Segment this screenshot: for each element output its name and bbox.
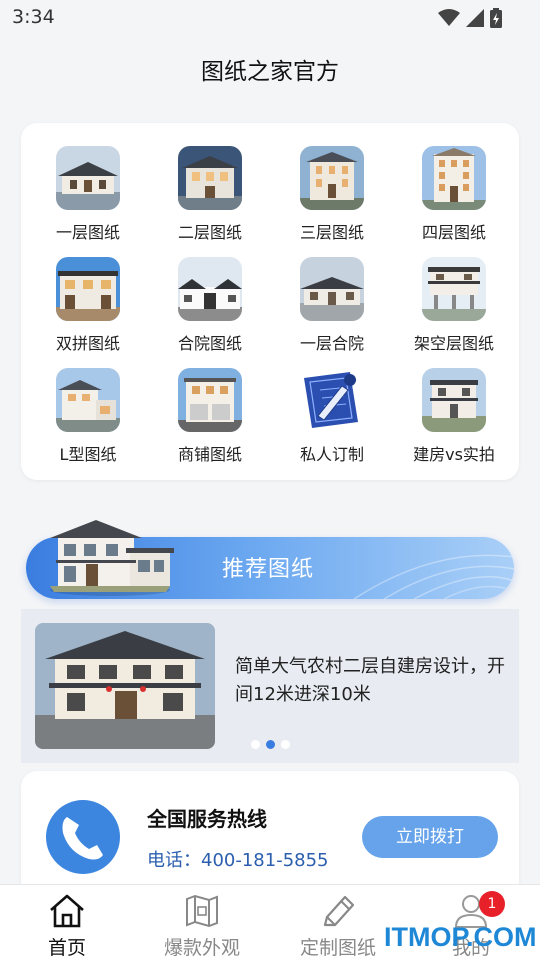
nav-label: 定制图纸 (299, 937, 376, 959)
recommend-carousel[interactable]: 简单大气农村二层自建房设计，开间12米进深10米 (21, 609, 519, 763)
category-item-custom[interactable]: 私人订制 (271, 368, 393, 465)
photo-house-icon (422, 368, 486, 432)
category-label: 二层图纸 (177, 223, 242, 242)
category-label: 一层合院 (299, 334, 364, 353)
category-label: 四层图纸 (421, 223, 486, 242)
duplex-house-icon (56, 257, 120, 321)
category-item-l-shape[interactable]: L型图纸 (27, 368, 149, 465)
house-4-icon (422, 146, 486, 210)
courtyard-house-icon (178, 257, 242, 321)
category-item-vs-photo[interactable]: 建房vs实拍 (393, 368, 515, 465)
l-shape-house-icon (56, 368, 120, 432)
watermark: ITMOP.COM (384, 922, 537, 952)
hotline-card: 全国服务热线 电话：400-181-5855 立即拨打 (21, 771, 519, 901)
category-item-3f[interactable]: 三层图纸 (271, 146, 393, 243)
category-label: 双拼图纸 (55, 334, 120, 353)
single-courtyard-icon (300, 257, 364, 321)
status-time: 3:34 (12, 6, 55, 28)
category-item-courtyard[interactable]: 合院图纸 (149, 257, 271, 354)
carousel-dots (251, 740, 290, 749)
house-2-icon (178, 146, 242, 210)
recommend-title: 推荐图纸 (222, 557, 315, 582)
category-label: 私人订制 (299, 445, 364, 464)
hotline-phone[interactable]: 电话：400-181-5855 (147, 846, 329, 872)
battery-icon (490, 8, 502, 28)
category-label: 商铺图纸 (177, 445, 242, 464)
phone-icon (46, 800, 120, 874)
nav-label: 首页 (47, 937, 86, 959)
status-icons (438, 8, 502, 28)
wave-decoration (353, 554, 514, 599)
tab-home[interactable]: 首页 (7, 891, 127, 960)
tab-hot-exterior[interactable]: 爆款外观 (142, 891, 262, 960)
category-label: 合院图纸 (177, 334, 242, 353)
hotline-title: 全国服务热线 (147, 807, 267, 831)
carousel-caption: 简单大气农村二层自建房设计，开间12米进深10米 (235, 656, 505, 705)
notification-badge: 1 (479, 891, 505, 917)
category-label: 三层图纸 (299, 223, 364, 242)
house-illustration-icon (50, 520, 174, 596)
category-label: L型图纸 (59, 445, 117, 464)
page-title: 图纸之家官方 (201, 59, 339, 85)
nav-label: 爆款外观 (163, 937, 240, 959)
category-label: 建房vs实拍 (413, 445, 495, 464)
shop-house-icon (178, 368, 242, 432)
stilt-house-icon (422, 257, 486, 321)
tab-custom-drawing[interactable]: 定制图纸 (278, 891, 398, 960)
category-item-shop[interactable]: 商铺图纸 (149, 368, 271, 465)
category-label: 架空层图纸 (413, 334, 494, 353)
signal-icon (466, 9, 484, 27)
home-icon (7, 891, 127, 931)
category-label: 一层图纸 (55, 223, 120, 242)
category-item-4f[interactable]: 四层图纸 (393, 146, 515, 243)
wifi-icon (438, 9, 460, 26)
status-bar: 3:34 (0, 0, 540, 36)
carousel-dot-active[interactable] (266, 740, 275, 749)
category-item-single-courtyard[interactable]: 一层合院 (271, 257, 393, 354)
call-now-button[interactable]: 立即拨打 (362, 816, 498, 858)
category-item-1f[interactable]: 一层图纸 (27, 146, 149, 243)
carousel-dot[interactable] (281, 740, 290, 749)
house-1-icon (56, 146, 120, 210)
map-icon (142, 891, 262, 931)
carousel-image[interactable] (35, 623, 215, 749)
pencil-icon (278, 891, 398, 931)
category-item-2f[interactable]: 二层图纸 (149, 146, 271, 243)
blueprint-icon (300, 368, 364, 432)
category-item-stilt[interactable]: 架空层图纸 (393, 257, 515, 354)
carousel-dot[interactable] (251, 740, 260, 749)
house-3-icon (300, 146, 364, 210)
category-item-duplex[interactable]: 双拼图纸 (27, 257, 149, 354)
category-grid: 一层图纸 二层图纸 三层图纸 四层图纸 双拼图纸 合院图纸 一层合院 架空层图纸… (21, 123, 519, 480)
